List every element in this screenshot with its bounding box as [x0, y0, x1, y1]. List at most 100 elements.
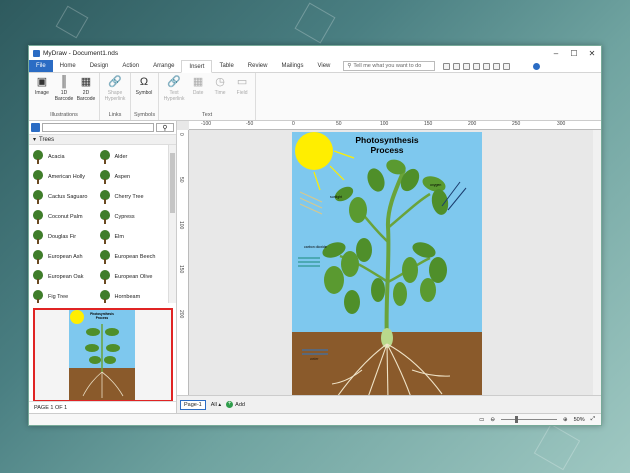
preview-sun	[70, 310, 84, 324]
shape-hyperlink-button[interactable]: 🔗 Shape Hyperlink	[103, 75, 127, 112]
field-icon: ▭	[236, 76, 248, 88]
close-icon[interactable]: ✕	[583, 49, 601, 58]
add-page-button[interactable]: + Add	[226, 401, 245, 408]
preview-leaf	[105, 328, 119, 336]
save-icon[interactable]	[463, 62, 471, 70]
redo-icon[interactable]	[503, 62, 511, 70]
shape-item[interactable]: American Holly	[32, 167, 99, 187]
tab-file[interactable]: File	[29, 60, 53, 72]
preview-leaf	[89, 356, 101, 364]
shape-item[interactable]: Cypress	[99, 207, 166, 227]
shape-label: Aspen	[114, 174, 131, 180]
qr-code-icon: ▦	[80, 76, 92, 88]
shape-label: European Beech	[114, 254, 156, 260]
canvas-scrollbar[interactable]	[593, 130, 601, 395]
diagram-title-line2: Process	[370, 145, 403, 155]
preview-leaf	[85, 344, 99, 352]
shape-item[interactable]: Alder	[99, 147, 166, 167]
tree-icon	[32, 230, 44, 244]
shape-item[interactable]: Fig Tree	[32, 287, 99, 303]
field-button[interactable]: ▭ Field	[232, 75, 252, 112]
page-tab[interactable]: Page-1	[180, 399, 206, 410]
tree-icon	[99, 150, 111, 164]
status-bar: ▭ ⊖ ⊕ 50% ⤢	[29, 413, 601, 425]
search-icon[interactable]: ⚲	[156, 123, 174, 132]
calendar-icon: ▦	[192, 76, 204, 88]
shape-label: Cypress	[114, 214, 135, 220]
ruler-tick: 0	[178, 133, 184, 136]
tree-icon	[32, 210, 44, 224]
image-button[interactable]: ▣ Image	[32, 75, 52, 112]
tree-icon	[99, 270, 111, 284]
tab-design[interactable]: Design	[83, 60, 116, 72]
quick-access-toolbar	[443, 60, 541, 72]
date-button[interactable]: ▦ Date	[188, 75, 208, 112]
print-icon[interactable]	[473, 62, 481, 70]
page-preview[interactable]: Photosynthesis Process	[33, 308, 173, 402]
background-hexagon	[294, 2, 336, 44]
shape-item[interactable]: European Ash	[32, 247, 99, 267]
shape-label: Douglas Fir	[48, 234, 77, 240]
open-folder-icon[interactable]	[453, 62, 461, 70]
app-logo-icon	[33, 49, 40, 57]
all-pages-dropdown[interactable]: All ▴	[211, 402, 221, 408]
drawing-canvas[interactable]: Photosynthesis Process sunlight oxygen c…	[189, 130, 593, 395]
tab-table[interactable]: Table	[212, 60, 240, 72]
shape-label: Hornbeam	[114, 294, 141, 300]
minimize-icon[interactable]: –	[547, 49, 565, 58]
symbol-button[interactable]: Ω Symbol	[134, 75, 154, 112]
shape-item[interactable]: Aspen	[99, 167, 166, 187]
tab-action[interactable]: Action	[115, 60, 146, 72]
shape-label: Fig Tree	[48, 294, 69, 300]
tab-review[interactable]: Review	[241, 60, 275, 72]
undo-icon[interactable]	[493, 62, 501, 70]
fit-page-icon[interactable]: ▭	[479, 417, 484, 423]
shape-list-scrollbar[interactable]	[168, 145, 176, 303]
shape-item[interactable]: Hornbeam	[99, 287, 166, 303]
zoom-in-icon[interactable]: ⊕	[563, 417, 568, 423]
fullscreen-icon[interactable]: ⤢	[591, 416, 595, 423]
library-icon[interactable]	[31, 123, 40, 132]
shape-item[interactable]: European Oak	[32, 267, 99, 287]
help-icon[interactable]	[533, 62, 541, 70]
shape-item[interactable]: Coconut Palm	[32, 207, 99, 227]
group-label-links: Links	[108, 112, 122, 118]
time-button[interactable]: ◷ Time	[210, 75, 230, 112]
barcode-1d-button[interactable]: ║ 1D Barcode	[54, 75, 74, 112]
print-preview-icon[interactable]	[483, 62, 491, 70]
tree-icon	[99, 290, 111, 303]
ruler-tick: 50	[336, 121, 342, 127]
tab-home[interactable]: Home	[53, 60, 83, 72]
group-label-illustrations: Illustrations	[50, 112, 78, 118]
maximize-icon[interactable]: ☐	[565, 49, 583, 58]
shape-item[interactable]: European Olive	[99, 267, 166, 287]
tab-arrange[interactable]: Arrange	[146, 60, 181, 72]
shape-item[interactable]: European Beech	[99, 247, 166, 267]
new-document-icon[interactable]	[443, 62, 451, 70]
shape-item[interactable]: Douglas Fir	[32, 227, 99, 247]
barcode-2d-button[interactable]: ▦ 2D Barcode	[76, 75, 96, 112]
image-icon: ▣	[36, 76, 48, 88]
category-header[interactable]: ▾ Trees	[29, 135, 176, 145]
group-label-symbols: Symbols	[134, 112, 156, 118]
text-hyperlink-button[interactable]: 🔗 Text Hyperlink	[162, 75, 186, 112]
shape-item[interactable]: Cherry Tree	[99, 187, 166, 207]
zoom-slider[interactable]	[500, 416, 557, 423]
tell-me-search[interactable]: ⚲ Tell me what you want to do	[343, 61, 436, 71]
tab-view[interactable]: View	[310, 60, 337, 72]
tab-insert[interactable]: Insert	[181, 60, 213, 73]
tab-mailings[interactable]: Mailings	[274, 60, 310, 72]
canvas-area: -100 -50 0 50 100 150 200 250 300 0 50 1…	[177, 121, 601, 413]
sun[interactable]	[295, 132, 333, 170]
scrollbar-thumb[interactable]	[170, 153, 175, 213]
ruler-tick: -100	[201, 121, 212, 127]
diagram-page[interactable]: Photosynthesis Process sunlight oxygen c…	[292, 132, 482, 395]
group-illustrations: ▣ Image ║ 1D Barcode ▦ 2D Barcode Illustrat…	[29, 73, 100, 120]
ruler-tick: 300	[557, 121, 566, 127]
group-links: 🔗 Shape Hyperlink Links	[100, 73, 131, 120]
zoom-out-icon[interactable]: ⊖	[490, 417, 495, 423]
shape-item[interactable]: Cactus Saguaro	[32, 187, 99, 207]
shape-search-input[interactable]	[42, 123, 154, 132]
shape-item[interactable]: Acacia	[32, 147, 99, 167]
shape-item[interactable]: Elm	[99, 227, 166, 247]
